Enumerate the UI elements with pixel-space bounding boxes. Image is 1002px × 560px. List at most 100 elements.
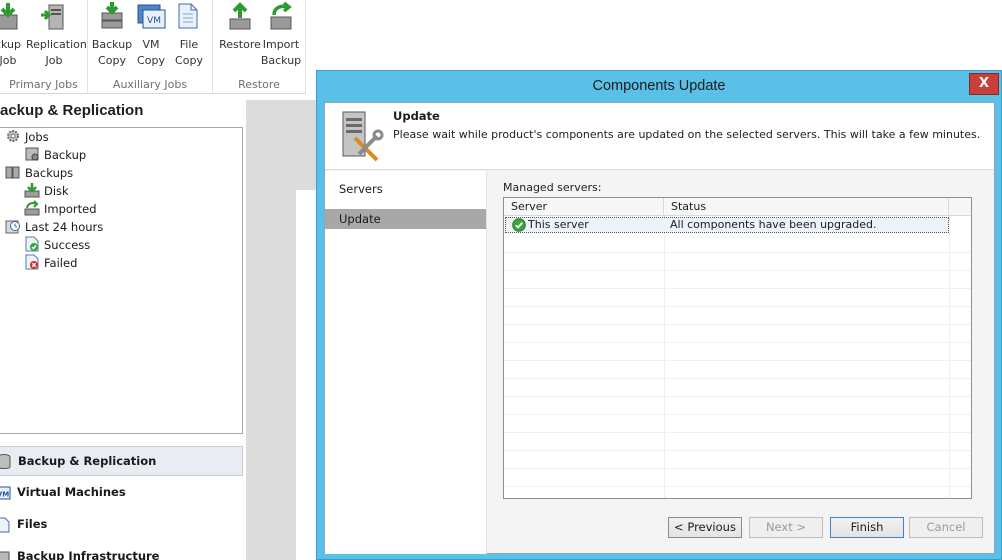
tree-item-imported[interactable]: Imported [24,200,97,218]
vm-copy-icon: VM [137,4,166,29]
replication-job-label: Replication Job [26,38,87,67]
tree-item-failed[interactable]: Failed [24,254,77,272]
next-button[interactable]: Next > [749,517,823,538]
wizard-steps: Servers Update [325,171,487,554]
table-row[interactable]: This server All components have been upg… [505,217,949,233]
file-copy-icon [178,3,198,29]
tree-item-label: Imported [44,202,97,216]
close-button[interactable]: X [969,73,999,95]
managed-servers-label: Managed servers: [503,181,602,194]
tree-item-label: Last 24 hours [25,220,104,234]
tree-item-label: Backup [44,148,87,162]
tree-item-label: Jobs [25,130,49,144]
column-divider [664,216,665,498]
infrastructure-icon [0,551,10,560]
auxiliary-jobs-label: Auxiliary Jobs [112,78,188,91]
file-icon [0,517,10,533]
nav-section-backup-replication[interactable]: Backup & Replication [0,446,243,476]
row-divider [504,486,971,487]
nav-section-files[interactable]: Files [0,510,243,540]
dialog-header: Update Please wait while product's compo… [325,103,994,170]
row-divider [504,288,971,289]
svg-text:VM: VM [147,16,161,26]
tree-item-jobs[interactable]: Jobs [5,128,49,146]
tree-item-success[interactable]: Success [24,236,90,254]
replication-job-button[interactable]: Replication Job [26,0,87,70]
gear-icon [7,130,19,142]
nav-tree: Jobs Backup Backups Disk Imported Last 2… [0,127,243,434]
nav-title: ackup & Replication [0,102,144,119]
disk-icon [24,183,40,198]
svg-text:VM: VM [0,491,9,499]
status-cell: All components have been upgraded. [670,218,877,231]
backup-job-icon [0,3,18,30]
server-tools-icon [342,111,384,162]
cancel-button[interactable]: Cancel [909,517,983,538]
column-header-server[interactable]: Server [504,198,664,216]
nav-section-label: Virtual Machines [17,485,126,499]
success-check-icon [512,218,526,232]
ribbon-group-auxiliary-jobs: Backup Copy VM VM Copy File Copy Auxilia… [88,0,213,94]
server-cell: This server [528,218,589,231]
ribbon: ckup Job Replication Job Primary Jobs Ba… [0,0,306,94]
ribbon-group-restore: Restore Import Backup Restore [213,0,306,94]
database-icon [0,454,11,469]
row-divider [504,306,971,307]
previous-button[interactable]: < Previous [668,517,742,538]
dialog-body: Update Please wait while product's compo… [324,102,995,554]
vm-icon: VM [0,486,11,500]
tree-item-disk[interactable]: Disk [24,182,69,200]
nav-section-label: Files [17,517,48,531]
finish-button[interactable]: Finish [830,517,904,538]
import-backup-label: Import Backup [260,38,302,67]
ribbon-group-primary-jobs: ckup Job Replication Job Primary Jobs [0,0,88,94]
row-divider [504,324,971,325]
row-divider [504,396,971,397]
file-copy-label: File Copy [175,38,203,67]
imported-icon [24,200,40,216]
tree-item-label: Success [44,238,91,252]
row-divider [504,432,971,433]
row-divider [504,270,971,271]
dialog-title: Components Update [592,78,726,94]
tree-item-label: Backups [25,166,74,180]
history-icon [5,220,20,234]
primary-jobs-label: Primary Jobs [9,78,78,91]
restore-icon [229,2,251,30]
backup-copy-icon [101,2,123,29]
import-backup-icon [270,1,292,30]
step-update[interactable]: Update [325,209,486,229]
nav-section-virtual-machines[interactable]: VM Virtual Machines [0,478,243,508]
column-header-status[interactable]: Status [664,198,949,216]
row-divider [504,378,971,379]
nav-section-label: Backup Infrastructure [17,549,160,560]
nav-section-backup-infrastructure[interactable]: Backup Infrastructure [0,542,243,560]
tree-item-backup[interactable]: Backup [24,146,86,164]
row-divider [504,414,971,415]
header-title: Update [393,109,440,123]
ribbon-empty-area [306,0,1002,70]
tree-item-label: Failed [44,256,78,270]
tree-item-label: Disk [44,184,69,198]
import-backup-button[interactable]: Import Backup [259,0,303,70]
header-description: Please wait while product's components a… [393,128,981,141]
file-copy-button[interactable]: File Copy [167,0,211,70]
row-divider [504,360,971,361]
success-icon [25,236,39,252]
backup-job-icon [25,147,39,161]
replication-job-icon [41,4,64,30]
backups-icon [5,166,20,179]
row-divider [504,468,971,469]
row-divider [504,342,971,343]
row-divider [504,252,971,253]
tree-item-backups[interactable]: Backups [5,164,73,182]
components-update-dialog: Components Update X Update Please wait w… [316,70,1002,560]
nav-section-label: Backup & Replication [18,454,157,468]
managed-servers-table: Server Status This server All components… [503,197,972,499]
restore-group-label: Restore [238,78,280,91]
step-servers[interactable]: Servers [325,179,486,199]
column-divider [949,216,950,498]
row-divider [504,450,971,451]
tree-item-last-24-hours[interactable]: Last 24 hours [5,218,103,236]
failed-icon [25,254,39,270]
